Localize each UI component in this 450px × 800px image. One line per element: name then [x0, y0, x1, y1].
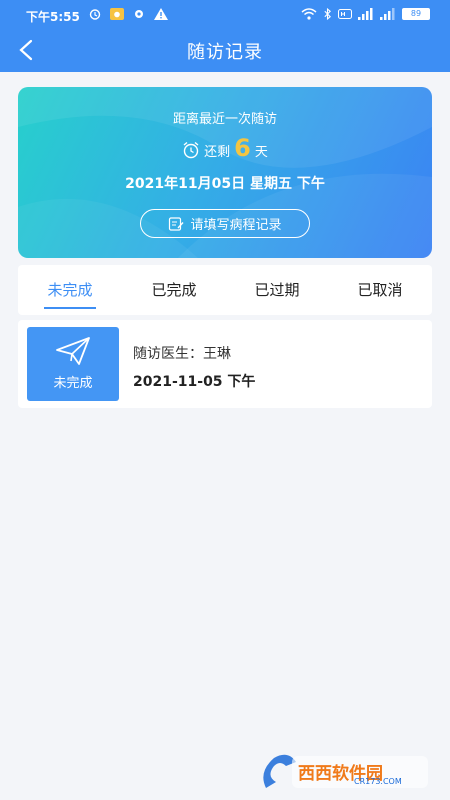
battery-icon: 89	[402, 8, 430, 20]
visit-record-card[interactable]: 未完成 随访医生：王琳 2021-11-05 下午	[18, 320, 432, 408]
tab-expired[interactable]: 已过期	[225, 279, 329, 300]
tab-cancelled[interactable]: 已取消	[328, 279, 432, 300]
watermark-logo: 西西软件园 CR173.COM	[256, 752, 432, 792]
settings-gear-icon	[135, 10, 143, 18]
fill-record-button[interactable]: 请填写病程记录	[140, 209, 310, 238]
warning-icon	[154, 8, 168, 20]
record-status-box: 未完成	[27, 327, 119, 401]
fill-record-label: 请填写病程记录	[190, 218, 282, 233]
remaining-days: 6	[234, 134, 251, 162]
paper-plane-icon	[56, 337, 90, 365]
signal-icon	[358, 8, 373, 20]
record-doctor: 随访医生：王琳	[133, 346, 231, 362]
status-tabs: 未完成 已完成 已过期 已取消	[18, 265, 432, 315]
edit-note-icon	[169, 216, 185, 231]
page-title: 随访记录	[187, 42, 263, 63]
next-visit-date: 2021年11月05日 星期五 下午	[125, 176, 325, 192]
record-date: 2021-11-05 下午	[133, 374, 256, 390]
banner-title: 距离最近一次随访	[172, 112, 277, 127]
next-visit-banner: 距离最近一次随访 还剩 6 天 2021年11月05日 星期五 下午 请填写病程…	[18, 87, 432, 258]
camera-icon	[110, 8, 124, 20]
alarm-clock-icon	[183, 141, 199, 159]
countdown: 还剩 6 天	[18, 134, 432, 162]
signal-icon-2	[380, 8, 395, 20]
hd-icon	[338, 9, 352, 19]
status-time: 下午5:55	[26, 10, 80, 24]
record-status-label: 未完成	[53, 376, 93, 391]
tab-completed[interactable]: 已完成	[122, 279, 226, 300]
remaining-suffix: 天	[254, 145, 268, 160]
alarm-icon	[89, 9, 101, 20]
nav-bar: 随访记录	[0, 30, 450, 72]
tab-incomplete[interactable]: 未完成	[18, 279, 122, 300]
active-tab-indicator	[44, 307, 96, 309]
remaining-prefix: 还剩	[204, 145, 231, 160]
app-header: 下午5:55 89 随访记录	[0, 0, 450, 72]
wifi-icon	[301, 8, 317, 20]
bluetooth-icon	[324, 8, 331, 20]
watermark-subtext: CR173.COM	[354, 777, 402, 786]
status-bar: 下午5:55 89	[0, 0, 450, 30]
